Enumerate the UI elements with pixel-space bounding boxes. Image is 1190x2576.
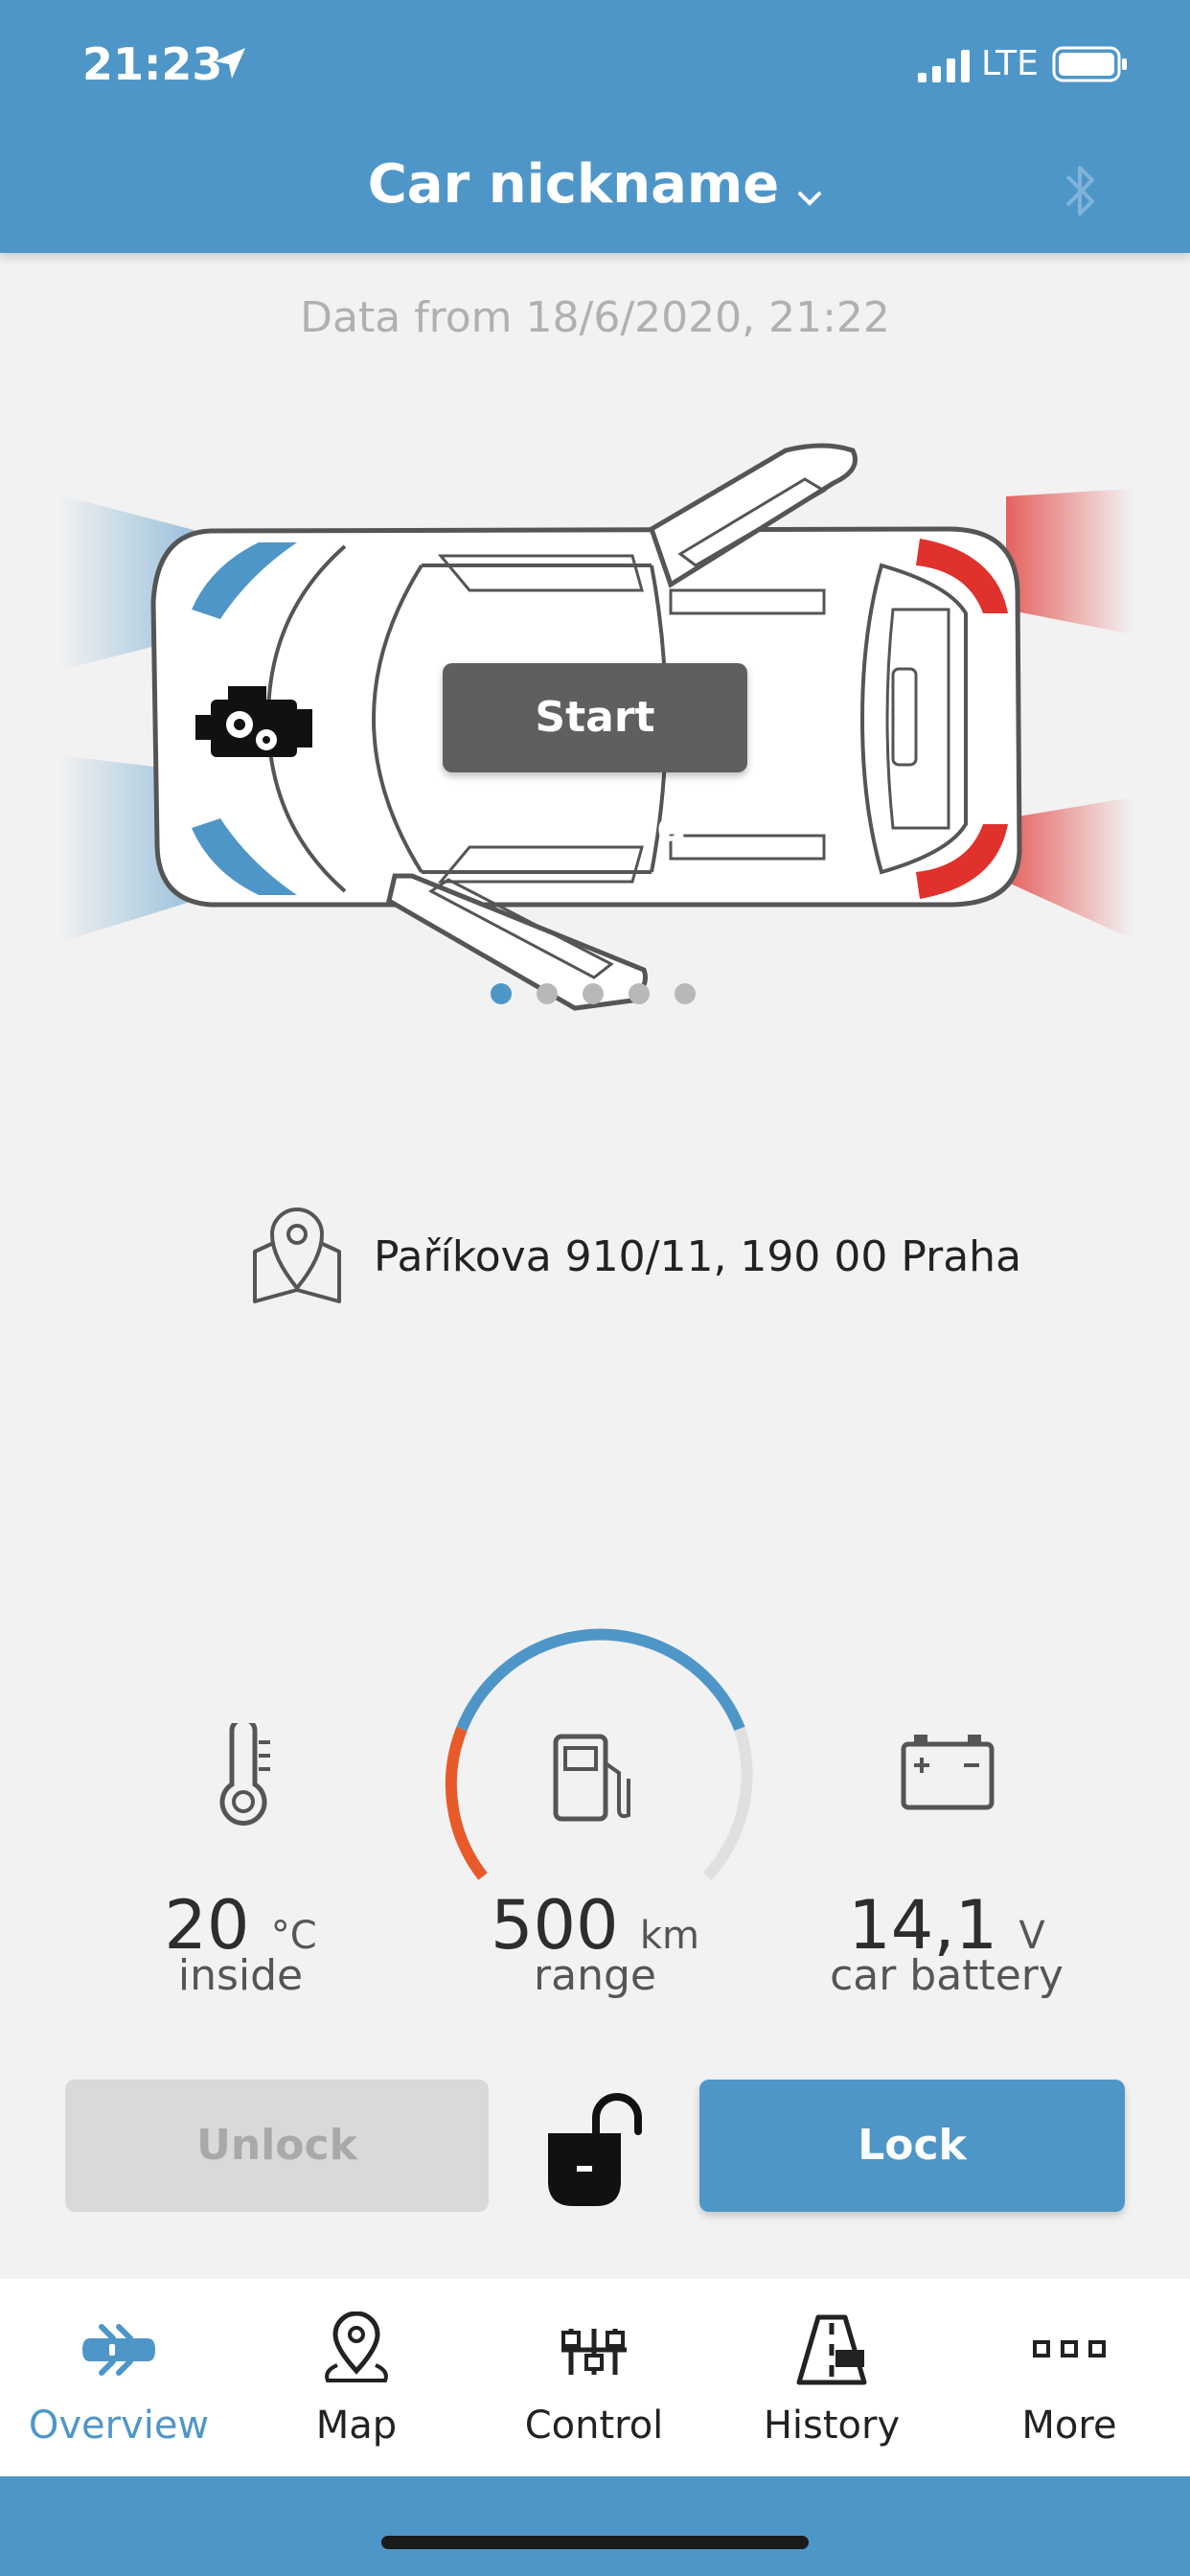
app-header: 21:23 LTE Car nickname (0, 0, 1190, 253)
tab-control[interactable]: Control (475, 2279, 713, 2476)
map-location-icon (253, 1208, 341, 1303)
home-indicator[interactable] (381, 2536, 809, 2549)
car-overview-icon (82, 2324, 155, 2376)
car-location[interactable]: Paříkova 910/11, 190 00 Praha (251, 1202, 1022, 1307)
bottom-tab-bar: Overview Map Control History More (0, 2279, 1190, 2476)
tab-label: Map (315, 2404, 398, 2448)
status-time: 21:23 (82, 38, 223, 90)
rear-left-light-beam (1006, 489, 1133, 634)
range-stat: 500 km range (450, 1886, 740, 2000)
tab-label: More (1021, 2404, 1117, 2448)
bluetooth-icon[interactable] (1064, 159, 1098, 222)
car-battery-icon (901, 1735, 995, 1810)
range-gauge (445, 1628, 753, 1881)
battery-status-icon (1052, 46, 1127, 82)
road-history-icon (796, 2314, 867, 2385)
padlock-open-icon (548, 2093, 642, 2206)
signal-bars-icon (918, 50, 970, 82)
start-status-badge: Start allowed (443, 663, 747, 851)
tab-history[interactable]: History (713, 2279, 950, 2476)
tab-map[interactable]: Map (238, 2279, 475, 2476)
chevron-down-icon (798, 191, 822, 206)
tab-overview[interactable]: Overview (0, 2279, 238, 2476)
lock-button[interactable]: Lock (699, 2080, 1125, 2212)
temperature-stat: 20 °C inside (125, 1886, 356, 2000)
tab-label: Overview (28, 2404, 210, 2448)
control-sliders-icon (561, 2329, 627, 2375)
unlock-button[interactable]: Unlock (65, 2080, 489, 2212)
header-title: Car nickname (367, 153, 780, 216)
more-dots-icon (1033, 2340, 1106, 2358)
map-pin-icon (325, 2312, 388, 2382)
page-dot[interactable] (629, 983, 650, 1004)
network-type: LTE (981, 44, 1039, 83)
page-dot[interactable] (537, 983, 558, 1004)
address-text: Paříkova 910/11, 190 00 Praha (374, 1232, 1022, 1281)
page-dot[interactable] (675, 983, 696, 1004)
thermometer-icon (219, 1723, 270, 1826)
temperature-label: inside (177, 1951, 304, 2000)
bottom-safe-area (0, 2476, 1190, 2576)
page-dot[interactable] (491, 983, 512, 1004)
page-dot[interactable] (583, 983, 604, 1004)
battery-label: car battery (830, 1951, 1064, 2000)
battery-stat: 14,1 V car battery (816, 1886, 1077, 2000)
rear-right-light-beam (1006, 797, 1133, 939)
car-selector[interactable]: Car nickname (0, 153, 1190, 216)
tab-label: Control (524, 2404, 664, 2448)
location-arrow-icon (215, 48, 245, 79)
tab-more[interactable]: More (950, 2279, 1188, 2476)
tab-label: History (763, 2404, 901, 2448)
fuel-pump-icon (553, 1734, 630, 1822)
data-timestamp: Data from 18/6/2020, 21:22 (300, 293, 890, 342)
